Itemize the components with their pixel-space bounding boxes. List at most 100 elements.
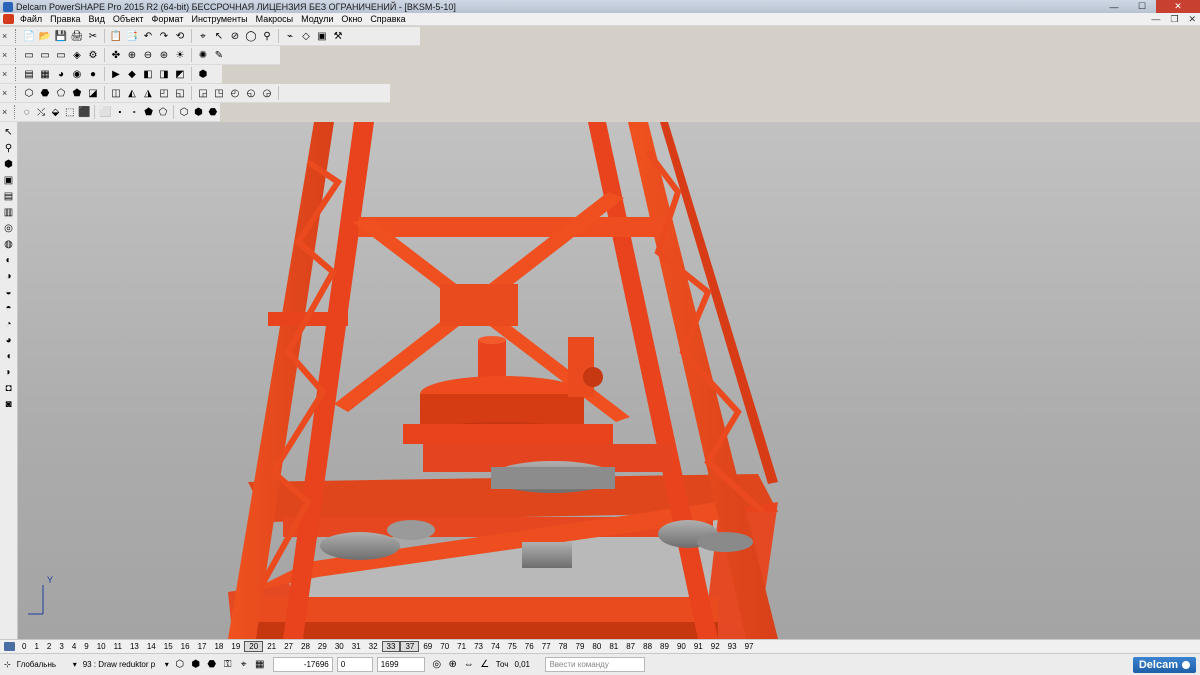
document-icon[interactable] [3,14,14,24]
graphics-viewport[interactable]: Y [18,122,1200,639]
menu-modules[interactable]: Модули [297,14,337,24]
row4-button-9-icon[interactable]: ◱ [173,86,187,100]
left-tool-15-icon[interactable]: ◗ [2,365,16,379]
grid-toggle-icon[interactable]: ▦ [253,658,267,672]
left-tool-10-icon[interactable]: ◒ [2,285,16,299]
row2-button-8-icon[interactable]: ⊛ [157,48,171,62]
mdi-close-button[interactable]: ✕ [1188,14,1196,25]
level-16[interactable]: 16 [177,642,194,651]
row4-button-13-icon[interactable]: ◵ [244,86,258,100]
row1-button-14-icon[interactable]: ⚲ [260,29,274,43]
level-81[interactable]: 81 [605,642,622,651]
left-tool-6-icon[interactable]: ◎ [2,221,16,235]
level-11[interactable]: 11 [110,642,126,651]
level-21[interactable]: 21 [263,642,280,651]
level-13[interactable]: 13 [126,642,143,651]
x-coordinate-field[interactable]: -17696 [272,657,333,672]
toolbar-close-icon[interactable]: × [2,88,12,98]
level-32[interactable]: 32 [365,642,382,651]
row2-button-3-icon[interactable]: ◈ [70,48,84,62]
row3-button-7-icon[interactable]: ◧ [141,67,155,81]
pick-icon[interactable]: ⊕ [446,658,460,672]
row3-button-1-icon[interactable]: ▦ [38,67,52,81]
left-tool-8-icon[interactable]: ◐ [2,253,16,267]
row4-button-6-icon[interactable]: ◭ [125,86,139,100]
row3-button-6-icon[interactable]: ◆ [125,67,139,81]
toolbar-close-icon[interactable]: × [2,69,12,79]
row5-button-6-icon[interactable]: ⬝ [114,105,126,119]
row5-button-4-icon[interactable]: ⬛ [78,105,90,119]
toolbar-close-icon[interactable]: × [2,31,12,41]
row4-button-0-icon[interactable]: ⬡ [22,86,36,100]
y-coordinate-field[interactable]: 0 [336,657,373,672]
left-tool-0-icon[interactable]: ↖ [2,125,16,139]
mdi-minimize-button[interactable]: — [1151,14,1160,25]
row3-button-10-icon[interactable]: ⬢ [196,67,210,81]
row1-button-7-icon[interactable]: ↶ [141,29,155,43]
row4-button-1-icon[interactable]: ⬣ [38,86,52,100]
row5-button-11-icon[interactable]: ⬢ [192,105,204,119]
toolbar-close-icon[interactable]: × [2,50,12,60]
left-tool-13-icon[interactable]: ◕ [2,333,16,347]
left-tool-3-icon[interactable]: ▣ [2,173,16,187]
row1-button-16-icon[interactable]: ◇ [299,29,313,43]
toolbar-grip[interactable] [13,105,17,119]
row1-button-9-icon[interactable]: ⟲ [173,29,187,43]
chevron-down-icon[interactable]: ▾ [165,660,169,669]
level-74[interactable]: 74 [487,642,504,651]
distance-icon[interactable]: ⇔ [462,658,476,672]
level-33[interactable]: 33 [381,641,401,652]
lock-icon[interactable]: ⚿ [221,658,235,672]
angle-icon[interactable]: ∠ [478,658,492,672]
level-93[interactable]: 93 [724,642,741,651]
row1-button-17-icon[interactable]: ▣ [315,29,329,43]
left-tool-14-icon[interactable]: ◖ [2,349,16,363]
row1-button-10-icon[interactable]: ⌖ [196,29,210,43]
row1-button-8-icon[interactable]: ↷ [157,29,171,43]
level-80[interactable]: 80 [588,642,605,651]
row2-button-2-icon[interactable]: ▭ [54,48,68,62]
row3-button-8-icon[interactable]: ◨ [157,67,171,81]
menu-tools[interactable]: Инструменты [187,14,251,24]
row3-button-3-icon[interactable]: ◉ [70,67,84,81]
row2-button-5-icon[interactable]: ✤ [109,48,123,62]
menu-edit[interactable]: Правка [46,14,84,24]
row3-button-9-icon[interactable]: ◩ [173,67,187,81]
chevron-down-icon[interactable]: ▾ [73,660,77,669]
row5-button-5-icon[interactable]: ⬜ [99,105,111,119]
left-tool-17-icon[interactable]: ◙ [2,397,16,411]
level-28[interactable]: 28 [297,642,314,651]
level-88[interactable]: 88 [639,642,656,651]
left-tool-7-icon[interactable]: ◍ [2,237,16,251]
row2-button-4-icon[interactable]: ⚙ [86,48,100,62]
level-79[interactable]: 79 [572,642,589,651]
menu-format[interactable]: Формат [148,14,188,24]
level-89[interactable]: 89 [656,642,673,651]
row5-button-9-icon[interactable]: ⬠ [157,105,169,119]
minimize-button[interactable]: — [1100,0,1128,13]
level-87[interactable]: 87 [622,642,639,651]
row1-button-5-icon[interactable]: 📋 [109,29,123,43]
toolbar-close-icon[interactable]: × [2,107,11,117]
row3-button-2-icon[interactable]: ◕ [54,67,68,81]
maximize-button[interactable]: ☐ [1128,0,1156,13]
menu-macros[interactable]: Макросы [252,14,298,24]
toolbar-grip[interactable] [15,48,18,62]
menu-object[interactable]: Объект [109,14,148,24]
snap-icon[interactable]: ⌖ [237,658,251,672]
mdi-restore-button[interactable]: ❐ [1170,14,1178,25]
row4-button-10-icon[interactable]: ◲ [196,86,210,100]
left-tool-5-icon[interactable]: ▥ [2,205,16,219]
menu-help[interactable]: Справка [366,14,409,24]
toolbar-grip[interactable] [15,67,18,81]
left-tool-16-icon[interactable]: ◘ [2,381,16,395]
row2-button-6-icon[interactable]: ⊕ [125,48,139,62]
workplane-select[interactable]: Глобальнь [14,657,66,672]
level-75[interactable]: 75 [504,642,521,651]
level-18[interactable]: 18 [210,642,227,651]
row2-button-11-icon[interactable]: ✎ [212,48,226,62]
level-78[interactable]: 78 [555,642,572,651]
level-9[interactable]: 9 [80,642,92,651]
row1-button-18-icon[interactable]: ⚒ [331,29,345,43]
level-27[interactable]: 27 [280,642,297,651]
